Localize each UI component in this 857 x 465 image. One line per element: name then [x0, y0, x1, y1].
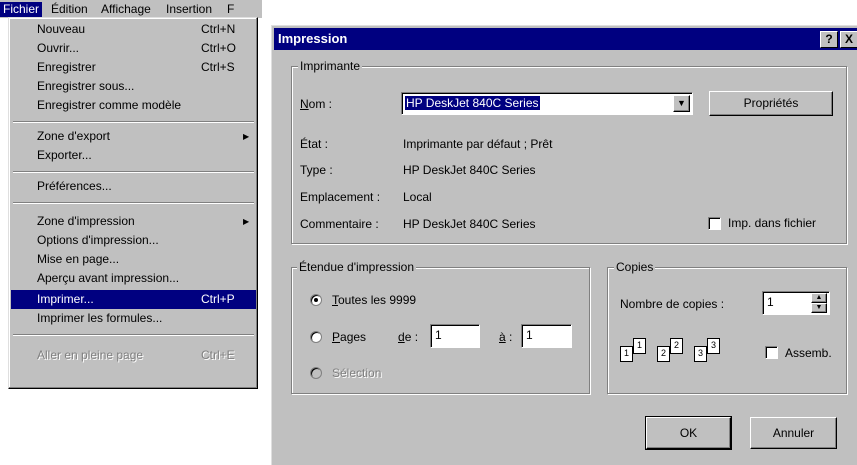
menu-edition[interactable]: Édition	[48, 2, 91, 17]
status-label: État :	[300, 137, 329, 151]
menu-separator	[13, 171, 254, 173]
menu-item-options-impression[interactable]: Options d'impression...	[11, 231, 256, 250]
comment-label: Commentaire :	[300, 217, 379, 231]
menu-item-mise-en-page[interactable]: Mise en page...	[11, 250, 256, 269]
printer-name-label: Nom :	[300, 97, 333, 111]
menu-bar: Fichier Édition Affichage Insertion F	[0, 0, 262, 18]
radio-selection	[310, 367, 322, 379]
location-label: Emplacement :	[300, 190, 381, 204]
menu-item-ouvrir[interactable]: Ouvrir... Ctrl+O	[11, 39, 256, 58]
print-to-file-label: Imp. dans fichier	[728, 216, 817, 230]
print-to-file-checkbox[interactable]	[708, 217, 721, 230]
printer-name-value: HP DeskJet 840C Series	[404, 95, 541, 111]
file-menu-dropdown: Nouveau Ctrl+N Ouvrir... Ctrl+O Enregist…	[8, 17, 258, 389]
menu-item-enregistrer-sous[interactable]: Enregistrer sous...	[11, 77, 256, 96]
menu-separator	[13, 202, 254, 204]
print-range-group-label: Étendue d'impression	[297, 260, 417, 274]
status-value: Imprimante par défaut ; Prêt	[403, 137, 553, 151]
copies-group-label: Copies	[614, 260, 656, 274]
from-label: de :	[398, 330, 419, 344]
printer-name-select[interactable]: HP DeskJet 840C Series ▼	[401, 92, 693, 115]
menu-item-enregistrer[interactable]: Enregistrer Ctrl+S	[11, 58, 256, 77]
chevron-down-icon[interactable]: ▼	[673, 95, 690, 112]
menu-format-partial[interactable]: F	[224, 2, 237, 17]
menu-item-imprimer-formules[interactable]: Imprimer les formules...	[11, 309, 256, 328]
selection-label: Sélection	[332, 366, 382, 380]
spin-up-icon[interactable]: ▲	[811, 293, 827, 303]
copies-count-input[interactable]: 1 ▲ ▼	[762, 291, 830, 315]
properties-button[interactable]: Propriétés	[709, 91, 833, 116]
radio-pages[interactable]	[310, 331, 322, 343]
collate-checkbox[interactable]	[765, 346, 778, 359]
menu-separator	[13, 334, 254, 336]
radio-all-pages[interactable]	[310, 294, 322, 306]
copies-count-label: Nombre de copies :	[620, 297, 725, 311]
to-page-input[interactable]: 1	[521, 324, 572, 348]
menu-item-apercu[interactable]: Aperçu avant impression...	[11, 269, 256, 288]
dialog-title: Impression	[278, 31, 348, 46]
comment-value: HP DeskJet 840C Series	[403, 217, 536, 231]
ok-button[interactable]: OK	[645, 416, 732, 450]
help-button[interactable]: ?	[820, 31, 838, 48]
menu-item-nouveau[interactable]: Nouveau Ctrl+N	[11, 20, 256, 39]
printer-group-label: Imprimante	[298, 59, 363, 73]
spin-down-icon[interactable]: ▼	[811, 303, 827, 313]
menu-separator	[13, 121, 254, 123]
menu-item-enregistrer-modele[interactable]: Enregistrer comme modèle	[11, 96, 256, 115]
submenu-arrow-icon: ▶	[243, 217, 250, 226]
pages-label: Pages	[332, 330, 367, 344]
to-label: à :	[499, 330, 513, 344]
type-value: HP DeskJet 840C Series	[403, 163, 536, 177]
close-button[interactable]: X	[840, 31, 857, 48]
menu-affichage[interactable]: Affichage	[98, 2, 154, 17]
location-value: Local	[403, 190, 432, 204]
menu-item-preferences[interactable]: Préférences...	[11, 177, 256, 196]
from-page-input[interactable]: 1	[430, 324, 480, 348]
menu-item-zone-impression[interactable]: Zone d'impression ▶	[11, 212, 256, 231]
all-pages-label: Toutes les 9999	[332, 293, 417, 307]
menu-item-zone-export[interactable]: Zone d'export ▶	[11, 127, 256, 146]
collate-pages-icon: 1 1 2 2 3 3	[620, 336, 750, 376]
cancel-button[interactable]: Annuler	[750, 417, 837, 449]
collate-label: Assemb.	[785, 346, 832, 360]
type-label: Type :	[300, 163, 333, 177]
menu-item-imprimer[interactable]: Imprimer... Ctrl+P	[11, 290, 256, 309]
dialog-title-bar: Impression ? X	[274, 28, 857, 50]
submenu-arrow-icon: ▶	[243, 132, 250, 141]
menu-fichier[interactable]: Fichier	[0, 2, 43, 17]
menu-item-exporter[interactable]: Exporter...	[11, 146, 256, 165]
menu-item-pleine-page: Aller en pleine page Ctrl+E	[37, 348, 235, 362]
menu-insertion[interactable]: Insertion	[163, 2, 215, 17]
